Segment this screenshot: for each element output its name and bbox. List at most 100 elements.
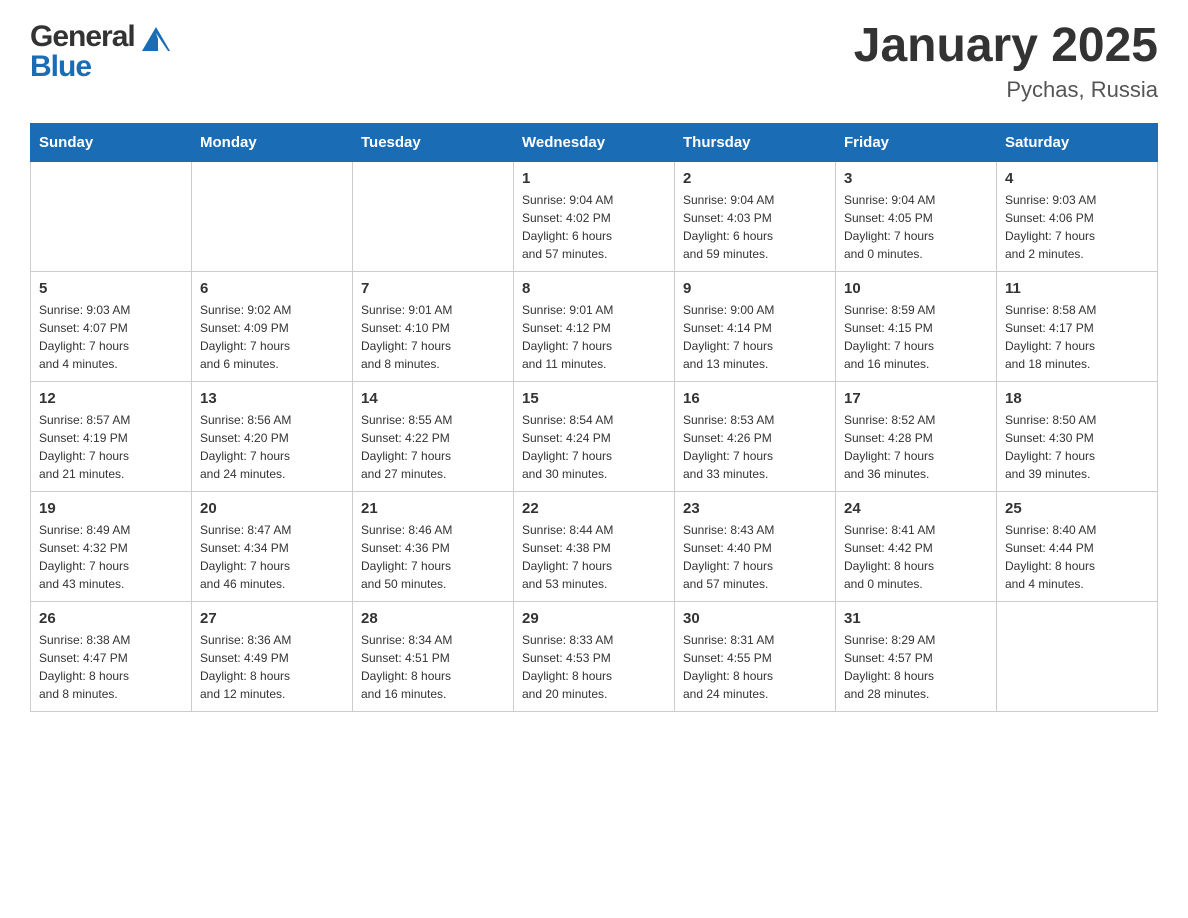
header-sunday: Sunday [31, 123, 192, 161]
logo-blue-text: Blue [30, 50, 91, 84]
calendar-cell: 1 Sunrise: 9:04 AMSunset: 4:02 PMDaylight… [514, 161, 675, 271]
calendar-week-row: 5Sunrise: 9:03 AMSunset: 4:07 PMDaylight… [31, 271, 1158, 381]
day-info: Sunrise: 8:56 AMSunset: 4:20 PMDaylight:… [200, 411, 344, 483]
calendar-cell: 15 Sunrise: 8:54 AMSunset: 4:24 PMDayligh… [514, 381, 675, 491]
day-info: Sunrise: 9:01 AMSunset: 4:10 PMDaylight:… [361, 301, 505, 373]
day-number: 17 [844, 390, 988, 407]
calendar-cell: 9 Sunrise: 9:00 AMSunset: 4:14 PMDaylight… [675, 271, 836, 381]
day-number: 20 [200, 500, 344, 517]
day-info: Sunrise: 9:04 AMSunset: 4:02 PMDaylight:… [522, 191, 666, 263]
calendar-cell: 25 Sunrise: 8:40 AMSunset: 4:44 PMDayligh… [997, 491, 1158, 601]
day-number: 24 [844, 500, 988, 517]
calendar-cell [997, 601, 1158, 711]
header-tuesday: Tuesday [353, 123, 514, 161]
day-info: Sunrise: 9:03 AMSunset: 4:07 PMDaylight:… [39, 301, 183, 373]
day-number: 26 [39, 610, 183, 627]
day-number: 14 [361, 390, 505, 407]
calendar-cell: 21Sunrise: 8:46 AMSunset: 4:36 PMDayligh… [353, 491, 514, 601]
calendar-cell [31, 161, 192, 271]
day-info: Sunrise: 9:00 AMSunset: 4:14 PMDaylight:… [683, 301, 827, 373]
day-info: Sunrise: 8:38 AMSunset: 4:47 PMDaylight:… [39, 631, 183, 703]
day-info: Sunrise: 8:49 AMSunset: 4:32 PMDaylight:… [39, 521, 183, 593]
header-monday: Monday [192, 123, 353, 161]
day-number: 30 [683, 610, 827, 627]
calendar-cell: 3Sunrise: 9:04 AMSunset: 4:05 PMDaylight… [836, 161, 997, 271]
day-number: 25 [1005, 500, 1149, 517]
calendar-cell: 12 Sunrise: 8:57 AMSunset: 4:19 PMDayligh… [31, 381, 192, 491]
day-info: Sunrise: 8:58 AMSunset: 4:17 PMDaylight:… [1005, 301, 1149, 373]
day-info: Sunrise: 8:53 AMSunset: 4:26 PMDaylight:… [683, 411, 827, 483]
calendar-week-row: 12 Sunrise: 8:57 AMSunset: 4:19 PMDayligh… [31, 381, 1158, 491]
day-info: Sunrise: 8:29 AMSunset: 4:57 PMDaylight:… [844, 631, 988, 703]
day-info: Sunrise: 9:02 AMSunset: 4:09 PMDaylight:… [200, 301, 344, 373]
day-info: Sunrise: 8:46 AMSunset: 4:36 PMDaylight:… [361, 521, 505, 593]
day-number: 27 [200, 610, 344, 627]
day-info: Sunrise: 9:04 AMSunset: 4:03 PMDaylight:… [683, 191, 827, 263]
calendar-cell: 22 Sunrise: 8:44 AMSunset: 4:38 PMDayligh… [514, 491, 675, 601]
day-number: 19 [39, 500, 183, 517]
calendar-cell: 6 Sunrise: 9:02 AMSunset: 4:09 PMDaylight… [192, 271, 353, 381]
weekday-header-row: Sunday Monday Tuesday Wednesday Thursday… [31, 123, 1158, 161]
calendar-cell: 8 Sunrise: 9:01 AMSunset: 4:12 PMDaylight… [514, 271, 675, 381]
calendar-cell: 29 Sunrise: 8:33 AMSunset: 4:53 PMDayligh… [514, 601, 675, 711]
calendar-cell: 31Sunrise: 8:29 AMSunset: 4:57 PMDayligh… [836, 601, 997, 711]
day-info: Sunrise: 8:55 AMSunset: 4:22 PMDaylight:… [361, 411, 505, 483]
day-number: 11 [1005, 280, 1149, 297]
day-info: Sunrise: 8:41 AMSunset: 4:42 PMDaylight:… [844, 521, 988, 593]
calendar-cell: 18Sunrise: 8:50 AMSunset: 4:30 PMDayligh… [997, 381, 1158, 491]
day-info: Sunrise: 8:33 AMSunset: 4:53 PMDaylight:… [522, 631, 666, 703]
day-number: 12 [39, 390, 183, 407]
calendar-cell: 28Sunrise: 8:34 AMSunset: 4:51 PMDayligh… [353, 601, 514, 711]
day-number: 8 [522, 280, 666, 297]
day-number: 22 [522, 500, 666, 517]
calendar-cell: 30 Sunrise: 8:31 AMSunset: 4:55 PMDayligh… [675, 601, 836, 711]
day-info: Sunrise: 8:44 AMSunset: 4:38 PMDaylight:… [522, 521, 666, 593]
day-number: 2 [683, 170, 827, 187]
calendar-cell: 5Sunrise: 9:03 AMSunset: 4:07 PMDaylight… [31, 271, 192, 381]
day-number: 4 [1005, 170, 1149, 187]
day-info: Sunrise: 8:59 AMSunset: 4:15 PMDaylight:… [844, 301, 988, 373]
calendar-cell: 2 Sunrise: 9:04 AMSunset: 4:03 PMDaylight… [675, 161, 836, 271]
logo-general-text: General [30, 20, 135, 54]
day-number: 15 [522, 390, 666, 407]
header-saturday: Saturday [997, 123, 1158, 161]
calendar-cell: 10 Sunrise: 8:59 AMSunset: 4:15 PMDayligh… [836, 271, 997, 381]
calendar-cell: 4 Sunrise: 9:03 AMSunset: 4:06 PMDaylight… [997, 161, 1158, 271]
day-number: 29 [522, 610, 666, 627]
day-number: 18 [1005, 390, 1149, 407]
day-number: 6 [200, 280, 344, 297]
day-number: 7 [361, 280, 505, 297]
calendar-cell: 27Sunrise: 8:36 AMSunset: 4:49 PMDayligh… [192, 601, 353, 711]
calendar-cell: 24 Sunrise: 8:41 AMSunset: 4:42 PMDayligh… [836, 491, 997, 601]
calendar-cell: 26 Sunrise: 8:38 AMSunset: 4:47 PMDayligh… [31, 601, 192, 711]
calendar-cell: 17 Sunrise: 8:52 AMSunset: 4:28 PMDayligh… [836, 381, 997, 491]
day-info: Sunrise: 9:01 AMSunset: 4:12 PMDaylight:… [522, 301, 666, 373]
day-info: Sunrise: 8:47 AMSunset: 4:34 PMDaylight:… [200, 521, 344, 593]
day-info: Sunrise: 9:03 AMSunset: 4:06 PMDaylight:… [1005, 191, 1149, 263]
header-wednesday: Wednesday [514, 123, 675, 161]
calendar-week-row: 1 Sunrise: 9:04 AMSunset: 4:02 PMDaylight… [31, 161, 1158, 271]
day-info: Sunrise: 8:40 AMSunset: 4:44 PMDaylight:… [1005, 521, 1149, 593]
calendar-week-row: 26 Sunrise: 8:38 AMSunset: 4:47 PMDayligh… [31, 601, 1158, 711]
day-info: Sunrise: 8:52 AMSunset: 4:28 PMDaylight:… [844, 411, 988, 483]
day-info: Sunrise: 8:57 AMSunset: 4:19 PMDaylight:… [39, 411, 183, 483]
day-info: Sunrise: 8:43 AMSunset: 4:40 PMDaylight:… [683, 521, 827, 593]
day-number: 13 [200, 390, 344, 407]
page-header: General Blue January 2025 Pychas, Russia [30, 20, 1158, 103]
day-number: 9 [683, 280, 827, 297]
day-number: 28 [361, 610, 505, 627]
calendar-cell: 14 Sunrise: 8:55 AMSunset: 4:22 PMDayligh… [353, 381, 514, 491]
calendar-cell: 20 Sunrise: 8:47 AMSunset: 4:34 PMDayligh… [192, 491, 353, 601]
calendar-cell: 23Sunrise: 8:43 AMSunset: 4:40 PMDayligh… [675, 491, 836, 601]
calendar-subtitle: Pychas, Russia [854, 77, 1158, 103]
day-info: Sunrise: 8:31 AMSunset: 4:55 PMDaylight:… [683, 631, 827, 703]
calendar-cell: 19 Sunrise: 8:49 AMSunset: 4:32 PMDayligh… [31, 491, 192, 601]
logo: General Blue [30, 20, 174, 84]
day-info: Sunrise: 8:54 AMSunset: 4:24 PMDaylight:… [522, 411, 666, 483]
header-friday: Friday [836, 123, 997, 161]
day-number: 1 [522, 170, 666, 187]
calendar-cell [192, 161, 353, 271]
day-number: 10 [844, 280, 988, 297]
calendar-cell: 13 Sunrise: 8:56 AMSunset: 4:20 PMDayligh… [192, 381, 353, 491]
logo-triangle-icon [138, 23, 174, 53]
